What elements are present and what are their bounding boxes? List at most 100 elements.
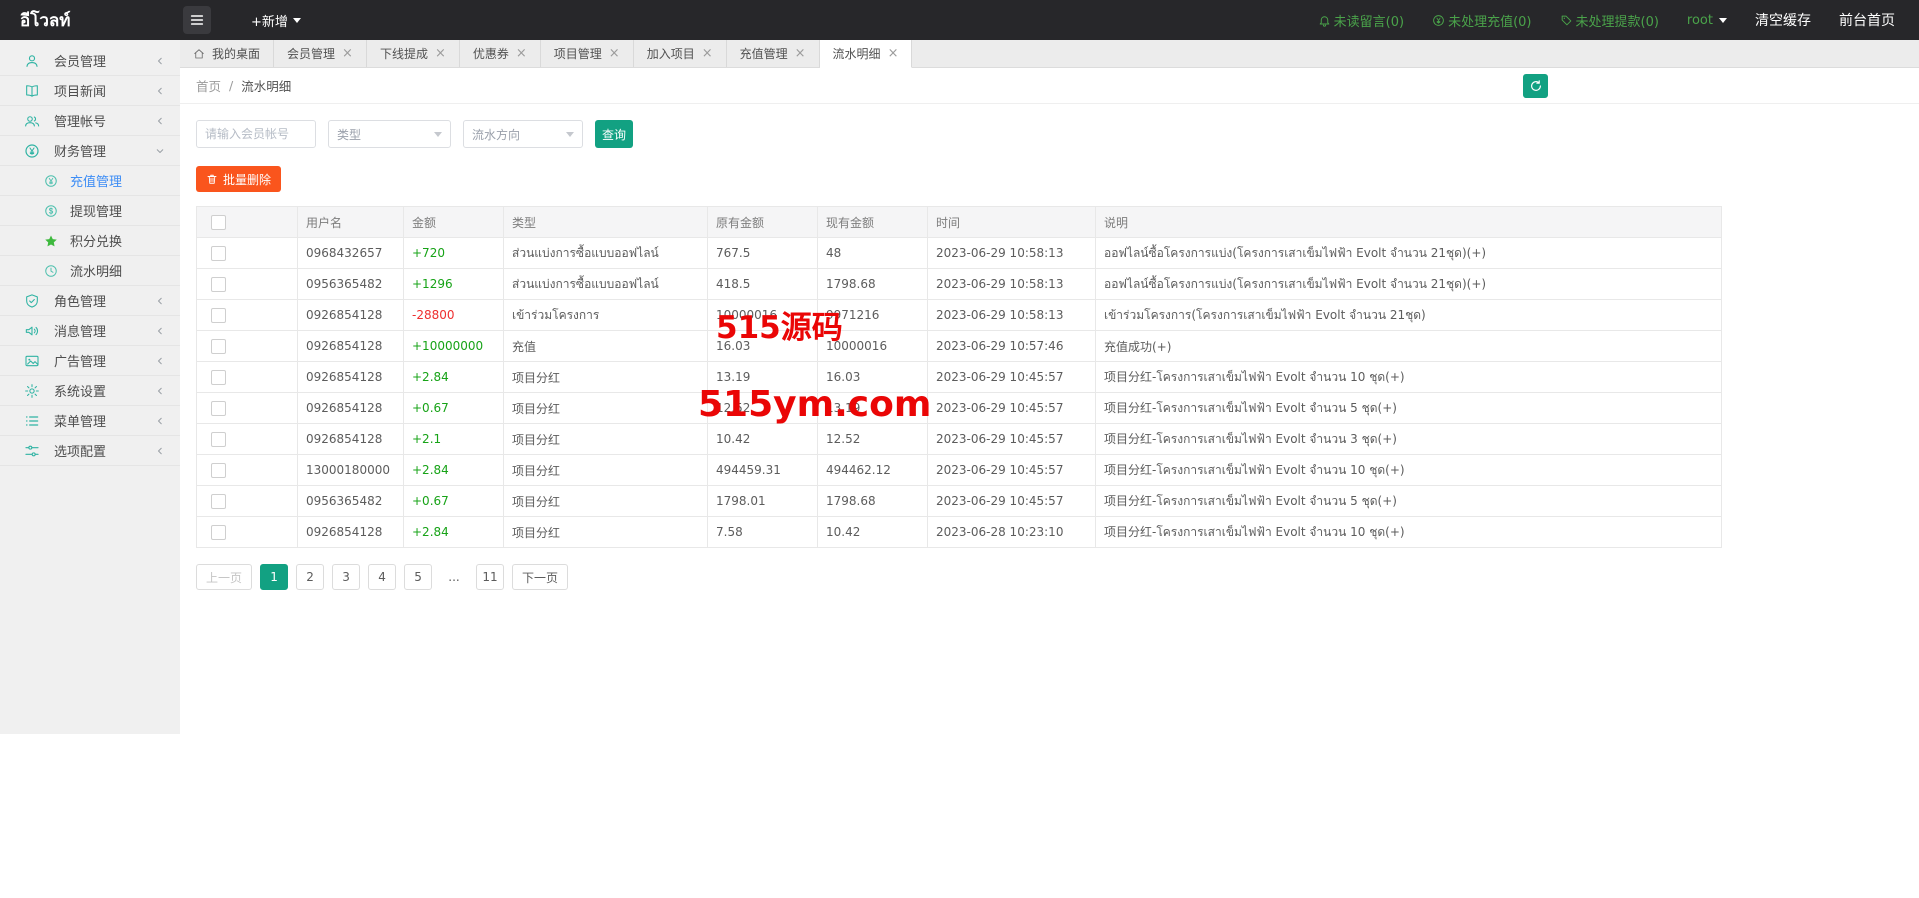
close-icon[interactable]: ×: [702, 47, 713, 60]
close-icon[interactable]: ×: [435, 47, 446, 60]
tab-flow-details[interactable]: 流水明细 ×: [819, 40, 913, 68]
refresh-button[interactable]: [1523, 74, 1548, 98]
close-icon[interactable]: ×: [795, 47, 806, 60]
page-button-4[interactable]: 4: [368, 564, 397, 590]
new-dropdown-button[interactable]: +新增: [251, 11, 301, 30]
pending-recharge-link[interactable]: 未处理充值(0): [1432, 11, 1532, 30]
page-button-3[interactable]: 3: [332, 564, 361, 590]
sidebar-item-withdraw-management[interactable]: 提现管理: [0, 196, 180, 226]
pending-recharge-label: 未处理充值(0): [1448, 14, 1532, 30]
close-icon[interactable]: ×: [609, 47, 620, 60]
sidebar-item-role-management[interactable]: 角色管理: [0, 286, 180, 316]
tab-project-management[interactable]: 项目管理 ×: [541, 40, 634, 67]
refresh-icon: [1529, 79, 1543, 93]
row-checkbox[interactable]: [211, 245, 226, 261]
cell-before-amount: 7.58: [707, 516, 818, 548]
sidebar-item-finance-management[interactable]: 财务管理: [0, 136, 180, 166]
tab-coupons[interactable]: 优惠券 ×: [460, 40, 541, 67]
row-checkbox[interactable]: [211, 369, 226, 385]
sidebar-item-flow-details[interactable]: 流水明细: [0, 256, 180, 286]
next-page-button[interactable]: 下一页: [512, 564, 569, 590]
cell-username: 0968432657: [297, 237, 404, 269]
tab-label: 项目管理: [553, 47, 602, 61]
pending-withdraw-link[interactable]: 未处理提款(0): [1560, 11, 1659, 30]
tab-join-project[interactable]: 加入项目 ×: [634, 40, 727, 67]
cell-type: 项目分红: [503, 361, 708, 393]
row-checkbox[interactable]: [211, 400, 226, 416]
row-checkbox[interactable]: [211, 338, 226, 354]
page-button-11[interactable]: 11: [476, 564, 505, 590]
type-select[interactable]: 类型: [328, 120, 451, 148]
row-checkbox[interactable]: [211, 431, 226, 447]
cell-amount: +1296: [403, 268, 504, 300]
cell-type: 项目分红: [503, 516, 708, 548]
sidebar-toggle-button[interactable]: [183, 6, 211, 34]
page-button-2[interactable]: 2: [296, 564, 325, 590]
cell-time: 2023-06-29 10:45:57: [927, 423, 1096, 455]
sidebar-item-member-management[interactable]: 会员管理: [0, 46, 180, 76]
cell-description: 项目分红-โครงการเสาเข็มไฟฟ้า Evolt จำนวน 3 ช…: [1095, 423, 1722, 455]
page-button-1[interactable]: 1: [260, 564, 289, 590]
chevron-down-icon: [566, 131, 574, 137]
sidebar-item-menu-management[interactable]: 菜单管理: [0, 406, 180, 436]
cell-before-amount: 10.42: [707, 423, 818, 455]
cell-type: 项目分红: [503, 485, 708, 517]
sidebar-item-ad-management[interactable]: 广告管理: [0, 346, 180, 376]
tab-recharge-management[interactable]: 充值管理 ×: [727, 40, 820, 67]
row-checkbox[interactable]: [211, 307, 226, 323]
member-account-input[interactable]: [196, 120, 316, 148]
front-home-link[interactable]: 前台首页: [1839, 10, 1895, 30]
close-icon[interactable]: ×: [516, 47, 527, 60]
sidebar-item-label: 项目新闻: [54, 85, 107, 100]
clear-cache-button[interactable]: 清空缓存: [1755, 10, 1811, 30]
batch-delete-button[interactable]: 批量删除: [196, 166, 282, 192]
table-row: 0926854128 +10000000 充值 16.03 10000016 2…: [196, 330, 1722, 362]
username-label: root: [1686, 12, 1713, 28]
unread-messages-label: 未读留言(0): [1333, 14, 1405, 30]
tab-downline-commission[interactable]: 下线提成 ×: [367, 40, 460, 67]
cell-amount: +2.84: [403, 516, 504, 548]
sidebar-item-option-config[interactable]: 选项配置: [0, 436, 180, 466]
user-menu[interactable]: root: [1687, 13, 1727, 28]
row-checkbox[interactable]: [211, 462, 226, 478]
unread-messages-link[interactable]: 未读留言(0): [1318, 11, 1404, 30]
cell-time: 2023-06-29 10:58:13: [927, 299, 1096, 331]
sidebar-item-system-settings[interactable]: 系统设置: [0, 376, 180, 406]
column-header-time: 时间: [927, 206, 1096, 238]
search-button[interactable]: 查询: [595, 120, 633, 148]
sidebar-item-label: 充值管理: [70, 175, 123, 190]
page-button-5[interactable]: 5: [404, 564, 433, 590]
row-checkbox[interactable]: [211, 276, 226, 292]
chevron-left-icon: [154, 55, 166, 67]
yen-circle-icon: [1432, 14, 1445, 27]
sidebar-item-points-exchange[interactable]: 积分兑换: [0, 226, 180, 256]
sidebar-item-label: 菜单管理: [54, 415, 107, 430]
flow-direction-select[interactable]: 流水方向: [463, 120, 583, 148]
cell-username: 0926854128: [297, 361, 404, 393]
tab-my-desktop[interactable]: 我的桌面: [180, 40, 275, 67]
select-all-checkbox[interactable]: [211, 214, 226, 230]
content-panel: 首页 / 流水明细 类型 流水方向: [180, 68, 1919, 734]
caret-down-icon: [1719, 17, 1727, 23]
cell-after-amount: 10000016: [817, 330, 928, 362]
sidebar-item-project-news[interactable]: 项目新闻: [0, 76, 180, 106]
row-checkbox[interactable]: [211, 493, 226, 509]
cell-time: 2023-06-29 10:58:13: [927, 268, 1096, 300]
cell-amount: -28800: [403, 299, 504, 331]
close-icon[interactable]: ×: [888, 47, 899, 60]
table-header-row: 用户名 金额 类型 原有金额 现有金额 时间 说明: [196, 206, 1722, 238]
table-row: 0956365482 +0.67 项目分红 1798.01 1798.68 20…: [196, 485, 1722, 517]
close-icon[interactable]: ×: [342, 47, 353, 60]
prev-page-button[interactable]: 上一页: [196, 564, 253, 590]
sidebar-item-admin-accounts[interactable]: 管理帐号: [0, 106, 180, 136]
sidebar-item-label: 会员管理: [54, 55, 107, 70]
tab-member-management[interactable]: 会员管理 ×: [274, 40, 367, 67]
sidebar-item-message-management[interactable]: 消息管理: [0, 316, 180, 346]
sidebar-item-recharge-management[interactable]: 充值管理: [0, 166, 180, 196]
chevron-left-icon: [154, 325, 166, 337]
row-checkbox[interactable]: [211, 524, 226, 540]
breadcrumb-home[interactable]: 首页: [196, 76, 221, 95]
cell-amount: +10000000: [403, 330, 504, 362]
column-header-amount: 金额: [403, 206, 504, 238]
cell-description: 项目分红-โครงการเสาเข็มไฟฟ้า Evolt จำนวน 10 …: [1095, 361, 1722, 393]
